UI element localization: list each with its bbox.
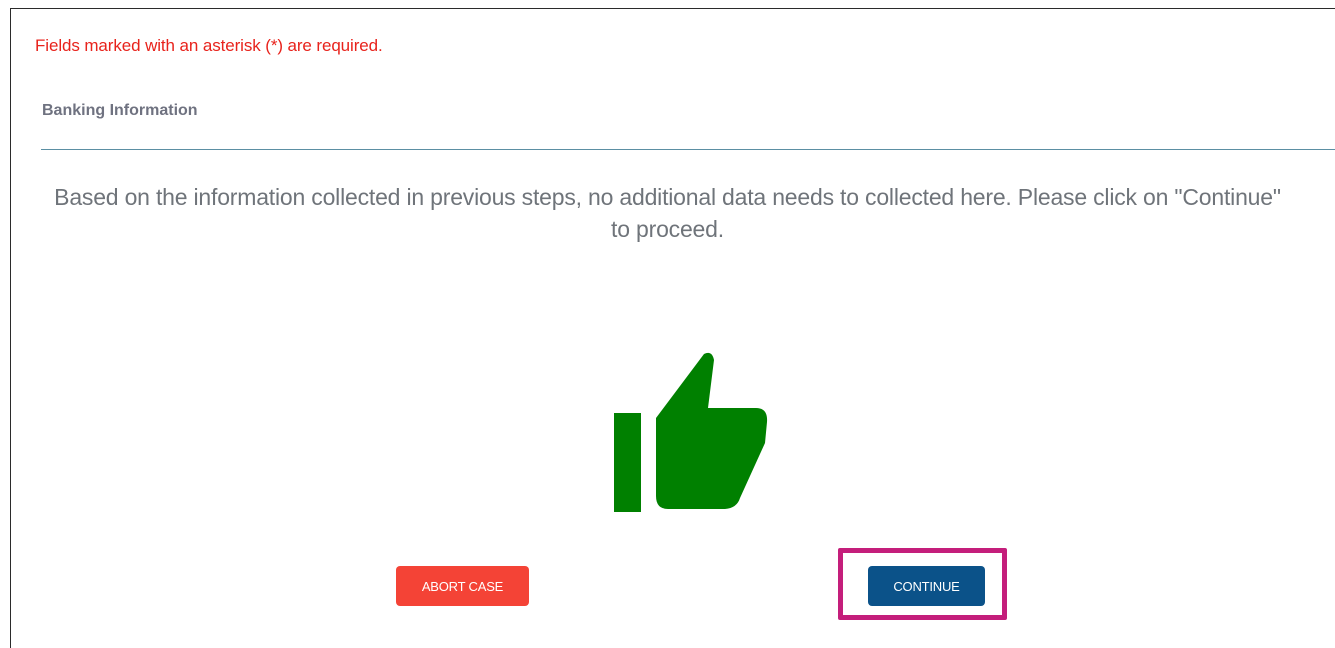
section-divider <box>41 149 1335 150</box>
thumbs-up-icon <box>614 352 768 512</box>
info-message-line-1: Based on the information collected in pr… <box>54 184 1281 210</box>
section-title: Banking Information <box>42 102 198 119</box>
required-fields-note: Fields marked with an asterisk (*) are r… <box>35 36 383 55</box>
continue-button[interactable]: CONTINUE <box>868 566 985 606</box>
abort-case-button[interactable]: ABORT CASE <box>396 566 529 606</box>
info-message-line-2: to proceed. <box>611 216 724 242</box>
info-message: Based on the information collected in pr… <box>0 181 1335 245</box>
form-panel <box>10 8 1335 648</box>
